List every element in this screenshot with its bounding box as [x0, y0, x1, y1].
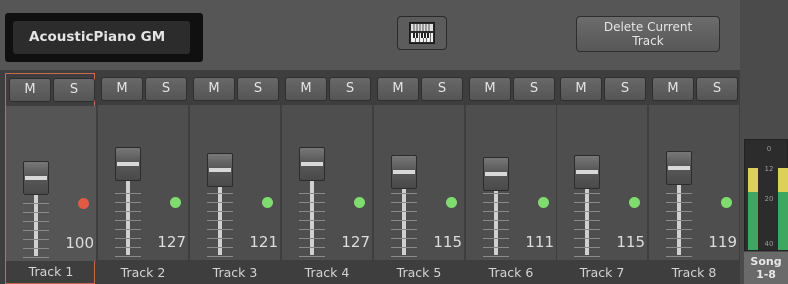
meter-label: 12 — [764, 165, 774, 173]
top-bar: AcousticPiano GM Delete Current Track — [0, 0, 740, 70]
solo-button[interactable]: S — [329, 77, 371, 101]
track-strip[interactable]: M S 119 Track 8 — [649, 73, 739, 284]
fader-area: 115 — [557, 105, 647, 260]
solo-button[interactable]: S — [604, 77, 646, 101]
fader-area: 111 — [466, 105, 556, 260]
solo-button[interactable]: S — [53, 78, 95, 102]
fader-handle[interactable] — [483, 157, 509, 191]
fader-area: 121 — [190, 105, 280, 260]
sound-name-display[interactable]: AcousticPiano GM — [5, 13, 203, 62]
solo-button[interactable]: S — [237, 77, 279, 101]
fader-area: 127 — [98, 105, 188, 260]
delete-current-track-button[interactable]: Delete Current Track — [576, 16, 720, 52]
status-led — [446, 197, 457, 208]
mute-button[interactable]: M — [560, 77, 602, 101]
mute-button[interactable]: M — [9, 78, 51, 102]
song-tracks-button[interactable]: Song 1-8 — [744, 252, 788, 284]
song-label: Song — [750, 255, 782, 268]
keyboard-button[interactable] — [397, 16, 447, 50]
track-name[interactable]: Track 7 — [557, 261, 647, 284]
track-strip[interactable]: M S 127 Track 2 — [98, 73, 188, 284]
mute-button[interactable]: M — [101, 77, 143, 101]
track-name[interactable]: Track 2 — [98, 261, 188, 284]
status-led — [721, 197, 732, 208]
fader-handle[interactable] — [666, 151, 692, 185]
volume-value: 100 — [65, 234, 94, 252]
meter-label: 0 — [766, 145, 772, 153]
fader-area: 100 — [6, 106, 96, 261]
solo-button[interactable]: S — [696, 77, 738, 101]
fader-area: 127 — [282, 105, 372, 260]
status-led — [538, 197, 549, 208]
track-name[interactable]: Track 5 — [374, 261, 464, 284]
volume-value: 127 — [157, 233, 186, 251]
fader-handle[interactable] — [391, 155, 417, 189]
fader-scale — [391, 193, 417, 257]
volume-value: 119 — [708, 233, 737, 251]
mute-button[interactable]: M — [652, 77, 694, 101]
mute-button[interactable]: M — [193, 77, 235, 101]
track-strip[interactable]: M S 121 Track 3 — [190, 73, 280, 284]
track-strip[interactable]: M S 100 Track 1 — [5, 73, 96, 284]
track-name[interactable]: Track 6 — [466, 261, 556, 284]
track-name[interactable]: Track 3 — [190, 261, 280, 284]
meter-bar-right — [778, 168, 788, 250]
status-led — [170, 197, 181, 208]
volume-value: 115 — [616, 233, 645, 251]
fader-area: 115 — [374, 105, 464, 260]
solo-button[interactable]: S — [145, 77, 187, 101]
mute-button[interactable]: M — [285, 77, 327, 101]
meter-label: 40 — [764, 240, 774, 248]
status-led — [262, 197, 273, 208]
fader-scale — [299, 193, 325, 257]
status-led — [78, 198, 89, 209]
delete-button-label-line1: Delete Current — [603, 20, 693, 34]
meter-label: 20 — [764, 195, 774, 203]
track-strip[interactable]: M S 127 Track 4 — [282, 73, 372, 284]
fader-scale — [207, 193, 233, 257]
fader-scale — [115, 193, 141, 257]
track-name[interactable]: Track 1 — [6, 260, 96, 283]
fader-handle[interactable] — [115, 147, 141, 181]
delete-button-label-line2: Track — [632, 34, 664, 48]
volume-value: 127 — [341, 233, 370, 251]
solo-button[interactable]: S — [513, 77, 555, 101]
meter-bar-left — [748, 168, 758, 250]
fader-area: 119 — [649, 105, 739, 260]
solo-button[interactable]: S — [421, 77, 463, 101]
keyboard-icon — [409, 22, 435, 44]
fader-handle[interactable] — [23, 161, 49, 195]
mixer: M S 100 Track 1 M S 127 Track 2 M S 121 Track 3 M S 12… — [0, 70, 740, 284]
track-strip[interactable]: M S 115 Track 5 — [374, 73, 464, 284]
fader-handle[interactable] — [574, 155, 600, 189]
fader-handle[interactable] — [207, 153, 233, 187]
mute-button[interactable]: M — [469, 77, 511, 101]
fader-handle[interactable] — [299, 147, 325, 181]
level-meter: 0 12 20 40 — [744, 139, 788, 251]
fader-scale — [23, 194, 49, 258]
track-name[interactable]: Track 4 — [282, 261, 372, 284]
fader-scale — [483, 193, 509, 257]
track-strip[interactable]: M S 115 Track 7 — [557, 73, 647, 284]
fader-scale — [574, 193, 600, 257]
mute-button[interactable]: M — [377, 77, 419, 101]
volume-value: 111 — [525, 233, 554, 251]
status-led — [629, 197, 640, 208]
fader-scale — [666, 193, 692, 257]
status-led — [354, 197, 365, 208]
volume-value: 115 — [433, 233, 462, 251]
sound-name: AcousticPiano GM — [13, 21, 190, 54]
track-strip[interactable]: M S 111 Track 6 — [466, 73, 556, 284]
volume-value: 121 — [249, 233, 278, 251]
song-range: 1-8 — [756, 268, 776, 281]
track-name[interactable]: Track 8 — [649, 261, 739, 284]
